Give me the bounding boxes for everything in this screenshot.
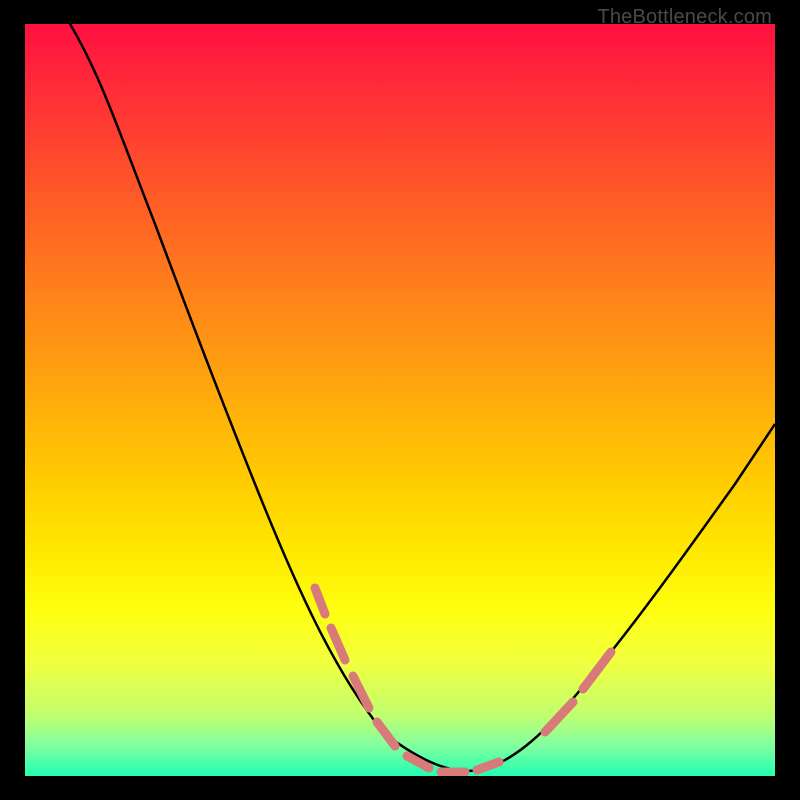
dash-8 xyxy=(545,702,573,732)
dash-1 xyxy=(315,588,325,614)
dash-5 xyxy=(407,756,429,768)
dash-7 xyxy=(477,762,499,770)
chart-container: TheBottleneck.com xyxy=(0,0,800,800)
dash-4 xyxy=(377,722,395,746)
highlight-dashes-group xyxy=(315,588,611,772)
curves-svg xyxy=(25,24,775,776)
main-curve xyxy=(70,24,775,771)
plot-area xyxy=(25,24,775,776)
dash-9 xyxy=(583,652,611,689)
